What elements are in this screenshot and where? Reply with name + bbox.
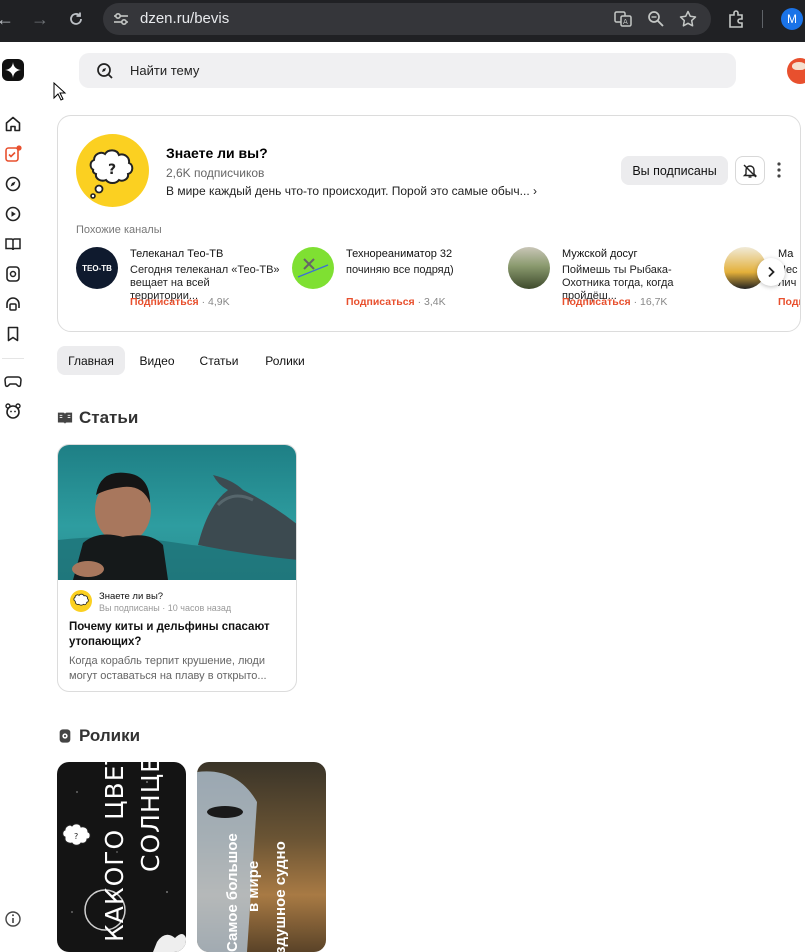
explore-icon[interactable] <box>4 175 22 193</box>
channel-avatar <box>508 247 550 289</box>
channel-avatar: ТЕО-ТВ <box>76 247 118 289</box>
articles-icon[interactable] <box>4 235 22 253</box>
similar-channels-label: Похожие каналы <box>76 224 162 236</box>
video-icon[interactable] <box>4 205 22 223</box>
thought-cloud-icon: ? <box>89 149 134 199</box>
short-video-card[interactable]: Самое большое в мире воздушное судно <box>197 762 326 952</box>
left-sidebar <box>0 42 30 939</box>
section-title: Ролики <box>79 726 141 745</box>
kids-icon[interactable] <box>4 402 22 420</box>
sidebar-divider <box>2 358 24 359</box>
notifications-toggle[interactable] <box>735 156 765 185</box>
subscribe-link[interactable]: Подписаться <box>562 296 631 308</box>
info-icon[interactable] <box>4 910 22 928</box>
article-channel-avatar <box>70 590 92 612</box>
svg-text:A: A <box>623 18 628 26</box>
shorts-icon[interactable] <box>4 265 22 283</box>
channel-avatar <box>292 247 334 289</box>
forward-icon[interactable]: → <box>25 0 55 38</box>
articles-icon <box>57 412 73 425</box>
short-title: КАКОГО ЦВЕТА <box>100 762 129 942</box>
mouse-cursor-icon <box>53 82 67 101</box>
toolbar-divider <box>762 10 763 28</box>
address-bar[interactable]: dzen.ru/bevis A <box>103 3 711 35</box>
article-card[interactable]: Знаете ли вы? Вы подписаны · 10 часов на… <box>57 444 297 692</box>
channel-avatar: ? <box>76 134 149 207</box>
podcasts-icon[interactable] <box>4 295 22 313</box>
home-icon[interactable] <box>4 115 22 133</box>
short-thumbnail <box>197 771 257 952</box>
subscribed-button[interactable]: Вы подписаны <box>621 156 728 185</box>
carousel-next-button[interactable] <box>757 258 785 286</box>
bookmark-star-icon[interactable] <box>678 9 698 29</box>
short-title: воздушное судно <box>272 841 289 952</box>
browser-toolbar: ← → dzen.ru/bevis A M <box>0 0 805 42</box>
channel-subscribers: 2,6K подписчиков <box>166 166 265 180</box>
translate-icon[interactable]: A <box>613 9 633 29</box>
search-icon <box>97 63 113 79</box>
tab-main[interactable]: Главная <box>57 346 125 375</box>
article-title[interactable]: Почему киты и дельфины спасают утопающих… <box>69 620 289 650</box>
channel-description[interactable]: В мире каждый день что-то происходит. По… <box>166 184 537 198</box>
user-avatar[interactable] <box>787 58 805 84</box>
shorts-icon <box>59 729 71 743</box>
tab-articles[interactable]: Статьи <box>191 346 247 375</box>
chevron-right-icon <box>768 266 775 278</box>
short-title: Самое большое <box>224 833 241 952</box>
channel-name: Знаете ли вы? <box>166 145 268 161</box>
reload-icon[interactable] <box>61 0 91 38</box>
site-settings-icon[interactable] <box>111 9 131 29</box>
article-snippet: Когда корабль терпит крушение, люди могу… <box>69 655 267 682</box>
subscribe-link[interactable]: Подписаться <box>130 296 199 308</box>
similar-channel-item[interactable]: ТЕО-ТВ Телеканал Тео-ТВ Сегодня телекана… <box>76 247 280 317</box>
svg-text:?: ? <box>108 162 116 178</box>
short-title: СОЛНЦЕ? <box>136 762 165 872</box>
back-icon[interactable]: ← <box>0 0 20 38</box>
tab-shorts[interactable]: Ролики <box>255 346 315 375</box>
article-channel-name: Знаете ли вы? <box>99 591 164 602</box>
zoom-icon[interactable] <box>646 9 666 29</box>
article-image <box>58 445 296 580</box>
short-video-card[interactable]: ? КАКОГО ЦВЕТА СОЛНЦЕ? <box>57 762 186 952</box>
similar-channel-item[interactable]: Технореаниматор 32 починяю все подряд) П… <box>292 247 492 317</box>
section-articles-header: Статьи <box>57 408 138 428</box>
dzen-logo-icon[interactable] <box>2 59 24 81</box>
section-title: Статьи <box>79 408 139 427</box>
subscriptions-icon[interactable] <box>4 145 22 163</box>
article-meta: Вы подписаны · 10 часов назад <box>99 603 232 613</box>
extensions-icon[interactable] <box>726 9 746 29</box>
more-options-icon[interactable] <box>775 160 783 180</box>
search-placeholder: Найти тему <box>130 63 200 78</box>
games-icon[interactable] <box>4 372 22 390</box>
subscribe-link[interactable]: Подп <box>778 296 800 308</box>
section-shorts-header: Ролики <box>57 726 140 746</box>
bookmarks-icon[interactable] <box>4 325 22 343</box>
similar-channel-item[interactable]: Мужской досуг Поймешь ты Рыбака-Охотника… <box>508 247 708 317</box>
url-text: dzen.ru/bevis <box>140 10 230 27</box>
topic-search-input[interactable]: Найти тему <box>79 53 736 88</box>
profile-avatar[interactable]: M <box>781 8 803 30</box>
channel-header-card: ? Знаете ли вы? 2,6K подписчиков В мире … <box>57 115 801 332</box>
svg-text:?: ? <box>74 832 78 841</box>
bell-off-icon <box>742 164 758 178</box>
subscribe-link[interactable]: Подписаться <box>346 296 415 308</box>
tab-video[interactable]: Видео <box>131 346 183 375</box>
short-title: в мире <box>245 860 262 912</box>
